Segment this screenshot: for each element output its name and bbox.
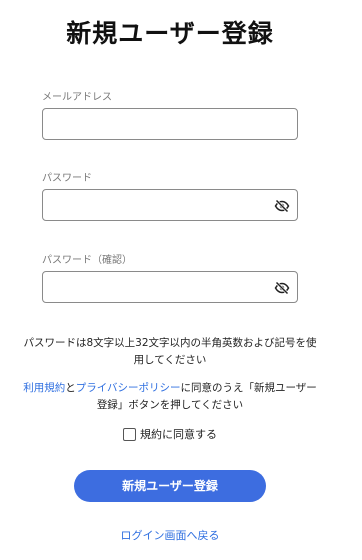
password-rule-line1: パスワードは8文字以上32文字以内の半角英数および記号を使 <box>23 337 317 349</box>
terms-note-line2: 登録」ボタンを押してください <box>96 399 244 411</box>
terms-link[interactable]: 利用規約 <box>23 382 65 394</box>
agree-row: 規約に同意する <box>0 426 340 442</box>
password-field[interactable] <box>51 191 261 219</box>
password-rule-line2: 用してください <box>133 354 207 366</box>
password-rule-text: パスワードは8文字以上32文字以内の半角英数および記号を使 用してください <box>0 335 340 369</box>
terms-note-line1: 利用規約とプライバシーポリシーに同意のうえ「新規ユーザー <box>0 380 340 397</box>
page-title: 新規ユーザー登録 <box>66 19 274 48</box>
password-confirm-field-box[interactable] <box>42 271 298 303</box>
privacy-policy-link[interactable]: プライバシーポリシー <box>76 382 181 394</box>
eye-slash-icon[interactable] <box>274 280 290 296</box>
password-confirm-field[interactable] <box>51 273 261 301</box>
email-field[interactable] <box>51 110 261 138</box>
back-to-login-link[interactable]: ログイン画面へ戻る <box>0 527 340 543</box>
terms-note: 利用規約とプライバシーポリシーに同意のうえ「新規ユーザー 登録」ボタンを押してく… <box>0 380 340 414</box>
email-field-box[interactable] <box>42 108 298 140</box>
password-confirm-label: パスワード（確認） <box>42 255 132 266</box>
email-label: メールアドレス <box>42 92 112 103</box>
eye-slash-icon[interactable] <box>274 198 290 214</box>
agree-checkbox[interactable] <box>123 428 136 441</box>
agree-label[interactable]: 規約に同意する <box>140 428 217 441</box>
terms-after-links-text: に同意のうえ「新規ユーザー <box>180 382 317 394</box>
password-field-box[interactable] <box>42 189 298 221</box>
password-label: パスワード <box>42 173 92 184</box>
register-button[interactable]: 新規ユーザー登録 <box>74 470 266 502</box>
terms-and-text: と <box>65 382 76 394</box>
